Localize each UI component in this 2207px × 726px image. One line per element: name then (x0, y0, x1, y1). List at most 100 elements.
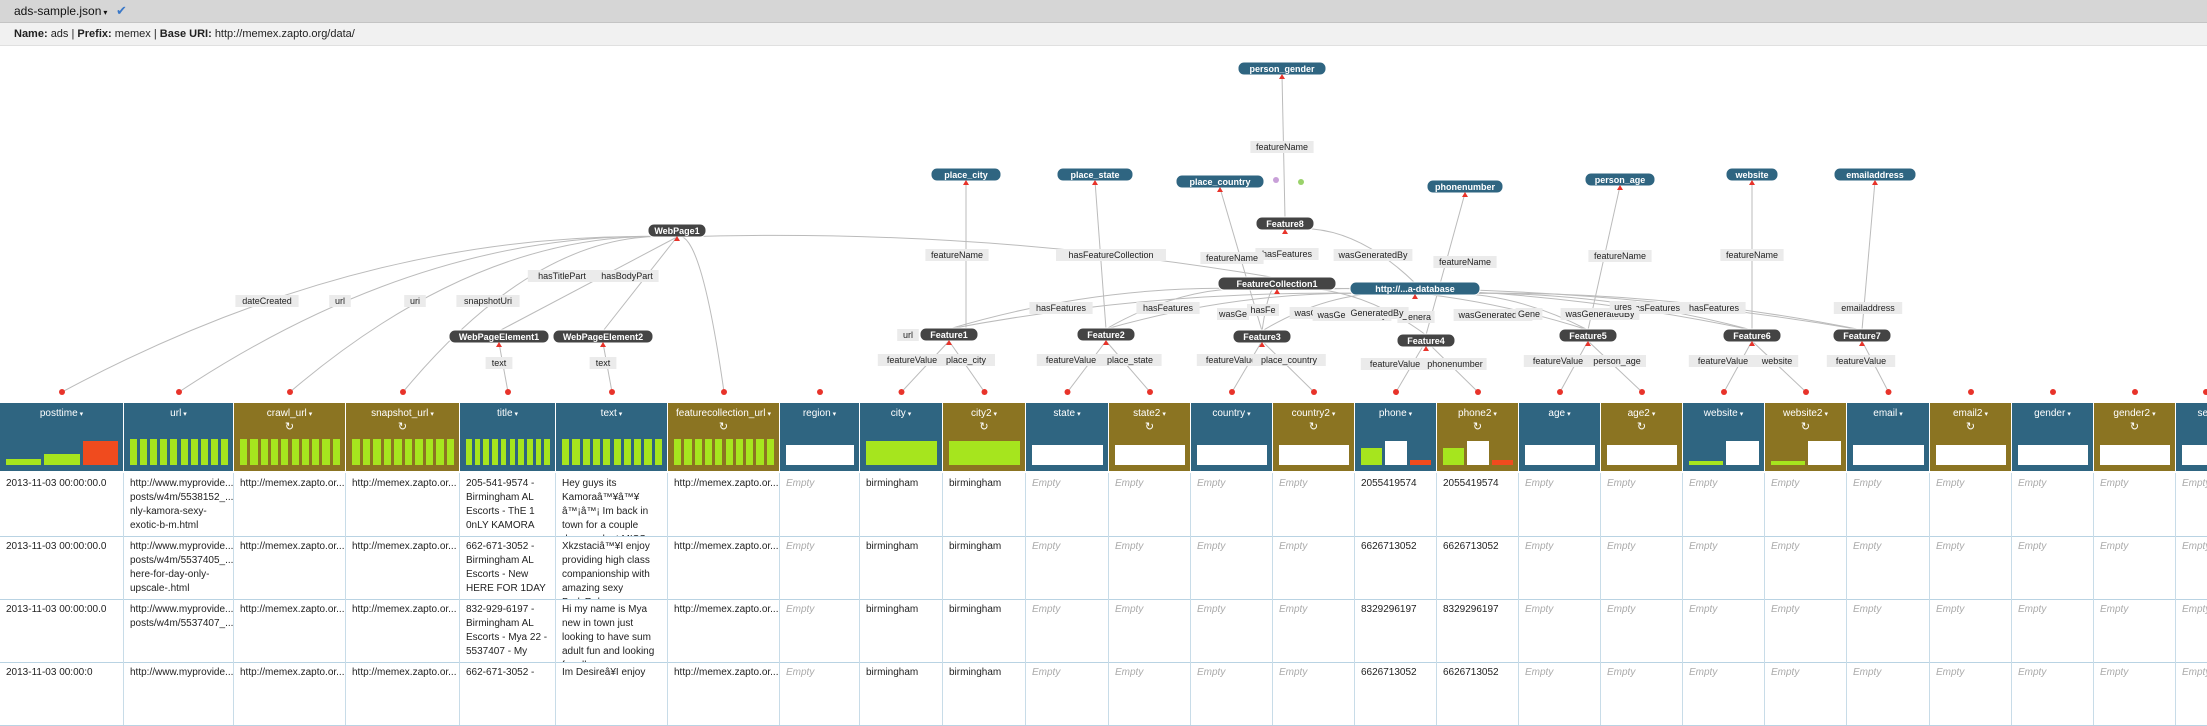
empty-cell[interactable]: Empty (1273, 536, 1355, 599)
table-cell[interactable]: 2013-11-03 00:00:00.0 (0, 599, 124, 662)
table-cell[interactable]: http://memex.zapto.or... (346, 473, 460, 536)
column-header-website[interactable]: website ▾ (1683, 403, 1765, 471)
column-header-label[interactable]: phone ▾ (1355, 408, 1436, 419)
graph-node-label[interactable]: Feature8 (1266, 219, 1304, 229)
graph-node-label[interactable]: FeatureCollection1 (1236, 279, 1317, 289)
empty-cell[interactable]: Empty (1519, 473, 1601, 536)
refresh-icon[interactable]: ↻ (234, 420, 345, 433)
column-header-label[interactable]: state2 ▾ (1109, 408, 1190, 419)
graph-node-label[interactable]: http://...a-database (1375, 284, 1455, 294)
column-header-label[interactable]: city2 ▾ (943, 408, 1025, 419)
chevron-down-icon[interactable]: ▾ (908, 411, 912, 418)
table-cell[interactable]: http://memex.zapto.or... (346, 599, 460, 662)
empty-cell[interactable]: Empty (2094, 536, 2176, 599)
table-cell[interactable]: 6626713052 (1355, 662, 1437, 725)
chevron-down-icon[interactable]: ▾ (1493, 411, 1497, 418)
empty-cell[interactable]: Empty (1601, 473, 1683, 536)
column-header-featurecollection-url[interactable]: featurecollection_url ▾ ↻ (668, 403, 780, 471)
table-cell[interactable]: Xkzstaciâ™¥I enjoy providing high class … (556, 536, 668, 599)
empty-cell[interactable]: Empty (1519, 536, 1601, 599)
refresh-icon[interactable]: ↻ (1273, 420, 1354, 433)
table-cell[interactable]: http://www.myprovide... (124, 662, 234, 725)
empty-cell[interactable]: Empty (1519, 662, 1601, 725)
column-header-label[interactable]: website ▾ (1683, 408, 1764, 419)
empty-cell[interactable]: Empty (1601, 662, 1683, 725)
column-header-label[interactable]: region ▾ (780, 408, 859, 419)
column-header-region[interactable]: region ▾ (780, 403, 860, 471)
empty-cell[interactable]: Empty (1109, 662, 1191, 725)
empty-cell[interactable]: Empty (1930, 662, 2012, 725)
table-cell[interactable]: 2055419574 (1437, 473, 1519, 536)
empty-cell[interactable]: Empty (2012, 473, 2094, 536)
empty-cell[interactable]: Empty (780, 599, 860, 662)
empty-cell[interactable]: Empty (2012, 662, 2094, 725)
table-cell[interactable]: 2013-11-03 00:00:0 (0, 662, 124, 725)
empty-cell[interactable]: Empty (780, 473, 860, 536)
column-header-label[interactable]: se▾ (2176, 408, 2207, 419)
column-header-state2[interactable]: state2 ▾ ↻ (1109, 403, 1191, 471)
table-cell[interactable]: birmingham (860, 599, 943, 662)
table-cell[interactable]: 2055419574 (1355, 473, 1437, 536)
column-header-label[interactable]: gender2 ▾ (2094, 408, 2175, 419)
graph-node-label[interactable]: Feature7 (1843, 331, 1881, 341)
empty-cell[interactable]: Empty (1026, 473, 1109, 536)
column-header-gender2[interactable]: gender2 ▾ ↻ (2094, 403, 2176, 471)
chevron-down-icon[interactable]: ▾ (833, 411, 837, 418)
empty-cell[interactable]: Empty (2094, 473, 2176, 536)
column-header-label[interactable]: snapshot_url ▾ (346, 408, 459, 419)
table-cell[interactable]: 6626713052 (1437, 536, 1519, 599)
table-cell[interactable]: Hi my name is Mya new in town just looki… (556, 599, 668, 662)
table-cell[interactable]: http://memex.zapto.or... (668, 536, 780, 599)
table-cell[interactable]: birmingham (943, 536, 1026, 599)
column-header-label[interactable]: website2 ▾ (1765, 408, 1846, 419)
column-header-posttime[interactable]: posttime ▾ (0, 403, 124, 471)
empty-cell[interactable]: Empty (1273, 599, 1355, 662)
table-cell[interactable]: 205-541-9574 - Birmingham AL Escorts - T… (460, 473, 556, 536)
refresh-icon[interactable]: ↻ (1437, 420, 1518, 433)
column-header-label[interactable]: age2 ▾ (1601, 408, 1682, 419)
graph-node-label[interactable]: Feature2 (1087, 330, 1125, 340)
source-dropdown[interactable]: ads-sample.json ▾ (14, 4, 107, 18)
table-cell[interactable]: 2013-11-03 00:00:00.0 (0, 473, 124, 536)
table-cell[interactable]: http://www.myprovide... posts/w4m/553740… (124, 536, 234, 599)
graph-node-label[interactable]: Feature5 (1569, 331, 1607, 341)
column-header-country[interactable]: country ▾ (1191, 403, 1273, 471)
refresh-icon[interactable]: ↻ (943, 420, 1025, 433)
column-header-city2[interactable]: city2 ▾ ↻ (943, 403, 1026, 471)
column-header-email[interactable]: email ▾ (1847, 403, 1930, 471)
table-cell[interactable]: birmingham (860, 473, 943, 536)
empty-cell[interactable]: Empty (1847, 536, 1930, 599)
column-header-label[interactable]: text ▾ (556, 408, 667, 419)
table-cell[interactable]: http://www.myprovide... posts/w4m/553815… (124, 473, 234, 536)
table-cell[interactable]: http://memex.zapto.or... (234, 536, 346, 599)
chevron-down-icon[interactable]: ▾ (619, 411, 623, 418)
table-cell[interactable]: 6626713052 (1437, 662, 1519, 725)
column-header-city[interactable]: city ▾ (860, 403, 943, 471)
empty-cell[interactable]: Empty (1191, 599, 1273, 662)
empty-cell[interactable]: Empty (1601, 536, 1683, 599)
graph-node-label[interactable]: place_state (1070, 170, 1119, 180)
chevron-down-icon[interactable]: ▾ (1247, 411, 1251, 418)
column-header-snapshot-url[interactable]: snapshot_url ▾ ↻ (346, 403, 460, 471)
chevron-down-icon[interactable]: ▾ (1409, 411, 1413, 418)
column-header-label[interactable]: title ▾ (460, 408, 555, 419)
graph-node-label[interactable]: WebPage1 (654, 226, 699, 236)
empty-cell[interactable]: Empty (1765, 599, 1847, 662)
empty-cell[interactable]: Empty (1683, 536, 1765, 599)
empty-cell[interactable]: Empty (1683, 599, 1765, 662)
empty-cell[interactable]: Empty (2176, 662, 2207, 725)
empty-cell[interactable]: Empty (2094, 662, 2176, 725)
graph-node-label[interactable]: phonenumber (1435, 182, 1495, 192)
graph-node-label[interactable]: person_age (1595, 175, 1646, 185)
column-header-label[interactable]: country2 ▾ (1273, 408, 1354, 419)
chevron-down-icon[interactable]: ▾ (1899, 411, 1903, 418)
table-cell[interactable]: http://memex.zapto.or... (346, 662, 460, 725)
table-cell[interactable]: 6626713052 (1355, 536, 1437, 599)
table-cell[interactable]: http://memex.zapto.or... (668, 473, 780, 536)
column-header-label[interactable]: phone2 ▾ (1437, 408, 1518, 419)
empty-cell[interactable]: Empty (1519, 599, 1601, 662)
empty-cell[interactable]: Empty (1191, 662, 1273, 725)
table-cell[interactable]: 662-671-3052 - Birmingham AL Escorts - N… (460, 536, 556, 599)
empty-cell[interactable]: Empty (1847, 662, 1930, 725)
empty-cell[interactable]: Empty (2176, 599, 2207, 662)
